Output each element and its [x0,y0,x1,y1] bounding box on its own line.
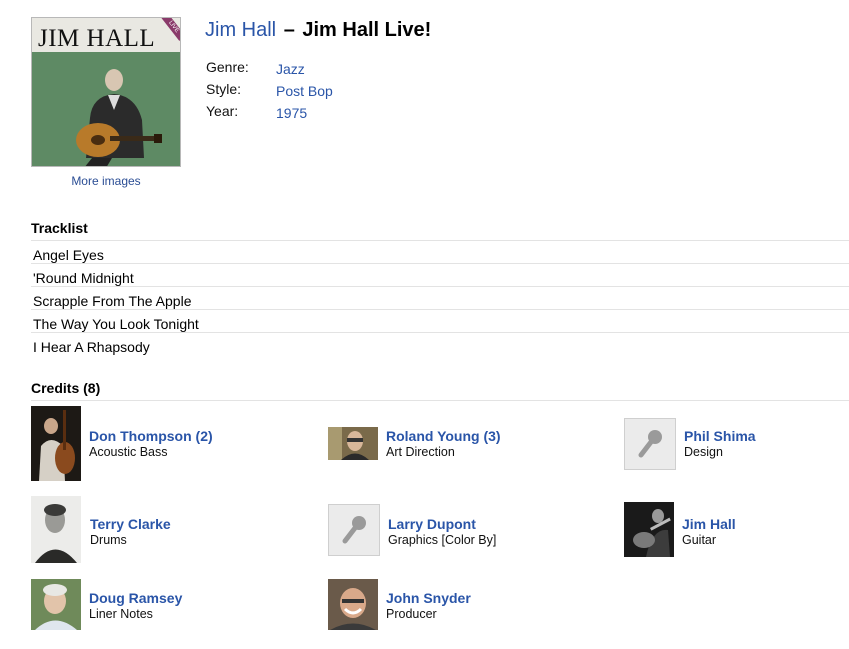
credit-name-link[interactable]: John Snyder [386,590,471,606]
credit-name-link[interactable]: Terry Clarke [90,516,171,532]
track-row: The Way You Look Tonight [31,309,849,332]
credit-role: Liner Notes [89,607,153,621]
tracklist-heading: Tracklist [31,220,88,236]
track-row: Scrapple From The Apple [31,286,849,309]
credit-text: Doug Ramsey Liner Notes [89,590,182,621]
credit-photo[interactable] [328,579,378,630]
track-row: 'Round Midnight [31,263,849,286]
credit-text: John Snyder Producer [386,590,471,621]
credit-name-link[interactable]: Roland Young (3) [386,428,501,444]
credit-text: Don Thompson (2) Acoustic Bass [89,428,213,459]
cover-artist-text: JIM HALL [38,25,156,52]
genre-link[interactable]: Jazz [276,61,305,77]
page-title: Jim Hall – Jim Hall Live! [205,19,431,42]
microphone-placeholder-icon[interactable] [328,504,380,556]
credit-role: Drums [90,533,127,547]
tracklist: Angel Eyes 'Round Midnight Scrapple From… [31,240,849,355]
style-link[interactable]: Post Bop [276,83,333,99]
credit-text: Roland Young (3) Art Direction [386,428,501,459]
credit-photo[interactable] [31,579,81,630]
credit-name-link[interactable]: Phil Shima [684,428,756,444]
credit-name-link[interactable]: Doug Ramsey [89,590,182,606]
credit-photo[interactable] [624,502,674,557]
credits-heading: Credits (8) [31,380,101,396]
album-cover[interactable]: JIM HALL LIVE [31,17,181,167]
genre-label: Genre: [206,59,249,75]
credit-role: Graphics [Color By] [388,533,497,547]
credit-text: Terry Clarke Drums [90,516,171,547]
track-row: I Hear A Rhapsody [31,332,849,355]
credit-role: Guitar [682,533,717,547]
microphone-placeholder-icon[interactable] [624,418,676,470]
credit-name-link[interactable]: Don Thompson (2) [89,428,213,444]
credit-photo[interactable] [31,496,81,563]
year-label: Year: [206,103,239,119]
style-label: Style: [206,81,242,97]
title-separator: – [283,19,295,41]
credit-text: Phil Shima Design [684,428,756,459]
credit-name-link[interactable]: Jim Hall [682,516,736,532]
credit-text: Jim Hall Guitar [682,516,736,547]
release-title: Jim Hall Live! [302,19,432,41]
credit-role: Art Direction [386,445,455,459]
more-images-link[interactable]: More images [31,174,181,188]
credit-role: Acoustic Bass [89,445,168,459]
track-row: Angel Eyes [31,240,849,263]
credit-role: Producer [386,607,437,621]
year-link[interactable]: 1975 [276,105,307,121]
credit-photo[interactable] [31,406,81,481]
cover-guitarist-illustration [76,69,162,166]
credit-role: Design [684,445,723,459]
credits-divider [31,400,849,401]
credit-photo[interactable] [328,427,378,460]
credit-name-link[interactable]: Larry Dupont [388,516,496,532]
artist-link[interactable]: Jim Hall [205,19,276,41]
credit-text: Larry Dupont Graphics [Color By] [388,516,496,547]
